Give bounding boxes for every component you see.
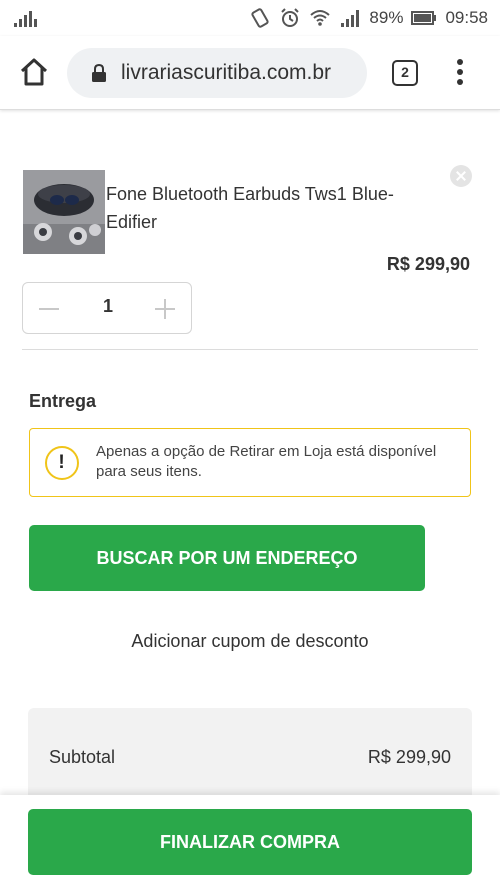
battery-icon bbox=[411, 11, 437, 25]
url-text: livrariascuritiba.com.br bbox=[121, 61, 332, 84]
minus-icon[interactable] bbox=[35, 295, 63, 323]
checkout-button[interactable]: FINALIZAR COMPRA bbox=[28, 809, 472, 875]
add-coupon-link[interactable]: Adicionar cupom de desconto bbox=[0, 631, 500, 652]
battery-percent: 89% bbox=[369, 8, 404, 27]
quantity-stepper: 1 bbox=[22, 282, 192, 334]
subtotal-label: Subtotal bbox=[49, 747, 116, 767]
search-address-button[interactable]: BUSCAR POR UM ENDEREÇO bbox=[29, 525, 425, 591]
quantity-value[interactable]: 1 bbox=[93, 296, 123, 317]
subtotal-value: R$ 299,90 bbox=[367, 747, 451, 767]
remove-item-button[interactable] bbox=[450, 165, 472, 187]
more-options-icon[interactable] bbox=[452, 56, 468, 88]
tab-switcher-button[interactable]: 2 bbox=[392, 60, 418, 86]
home-icon[interactable] bbox=[18, 56, 50, 88]
lock-icon bbox=[92, 64, 106, 82]
status-bar: 89% 09:58 bbox=[0, 0, 500, 36]
alarm-icon bbox=[281, 8, 300, 27]
notice-text: Apenas a opção de Retirar em Loja está d… bbox=[96, 443, 437, 480]
product-image[interactable] bbox=[23, 170, 105, 254]
product-price: R$ 299,90 bbox=[386, 254, 470, 274]
warning-symbol: ! bbox=[58, 452, 65, 473]
vibrate-icon bbox=[251, 8, 270, 28]
clock: 09:58 bbox=[445, 8, 488, 27]
plus-icon[interactable] bbox=[151, 295, 179, 323]
cell-signal-icon bbox=[341, 10, 360, 27]
delivery-title: Entrega bbox=[29, 391, 97, 411]
wifi-icon bbox=[310, 10, 331, 26]
browser-toolbar: livrariascuritiba.com.br 2 bbox=[0, 36, 500, 110]
divider bbox=[22, 349, 478, 350]
checkout-bar: FINALIZAR COMPRA bbox=[0, 795, 500, 889]
signal-bars-icon bbox=[14, 11, 37, 27]
delivery-notice: ! Apenas a opção de Retirar em Loja está… bbox=[29, 428, 471, 497]
product-name[interactable]: Fone Bluetooth Earbuds Tws1 Blue- Edifie… bbox=[106, 180, 396, 236]
address-bar[interactable]: livrariascuritiba.com.br bbox=[67, 48, 367, 98]
warning-icon: ! bbox=[45, 446, 79, 480]
